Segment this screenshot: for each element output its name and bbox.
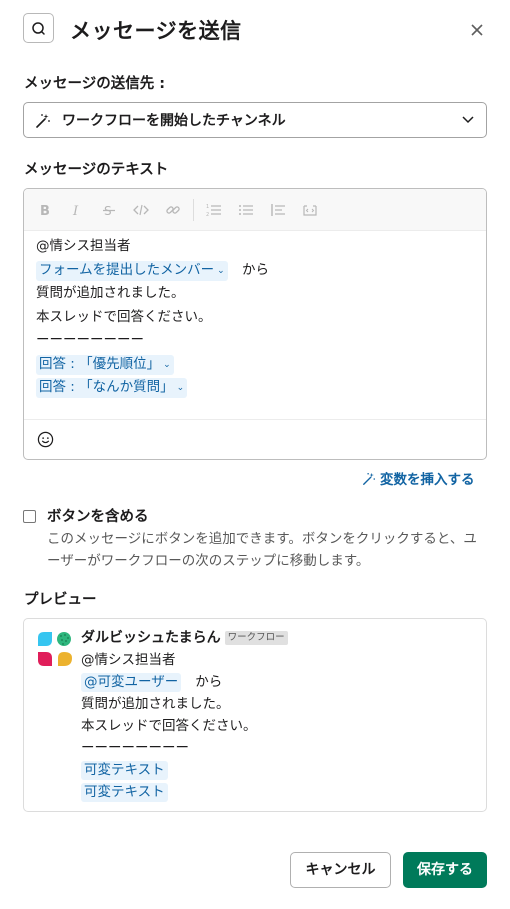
svg-text:2: 2 [206,212,209,217]
preview-variable-pill: 可変テキスト [81,761,168,780]
editor-line: 質問が追加されました。 [36,285,185,301]
code-block-icon[interactable] [301,201,319,219]
recipient-label: メッセージの送信先 : [24,76,166,92]
insert-variable-label: 変数を挿入する [380,472,475,488]
editor-content[interactable]: @情シス担当者 フォームを提出したメンバー ⌄ から 質問が追加されました。 本ス… [36,235,476,400]
variable-pill-label: フォームを提出したメンバー [39,261,215,278]
variable-pill-label: 回答 : 「なんか質問」 [39,379,174,395]
bulleted-list-icon[interactable] [237,201,255,219]
avatar [38,632,72,666]
preview-line: @可変ユーザー から [81,671,257,693]
editor-line: 回答 : 「優先順位」 ⌄ [36,353,476,377]
emoji-icon[interactable] [37,431,54,448]
preview-body: @情シス担当者 @可変ユーザー から 質問が追加されました。 本スレッドで回答くだ… [81,649,257,803]
preview-variable-pill: 可変テキスト [81,783,168,802]
save-button[interactable]: 保存する [403,852,487,888]
chevron-down-icon: ⌄ [163,359,171,370]
workflow-badge: ワークフロー [224,631,288,645]
preview-line: @情シス担当者 [81,652,176,668]
preview-line: 可変テキスト [81,781,257,803]
dialog-header: メッセージを送信 [0,0,510,62]
close-icon [471,24,483,36]
editor-line: フォームを提出したメンバー ⌄ から [36,259,476,283]
editor-footer [24,419,486,459]
quote-icon[interactable] [269,201,287,219]
svg-text:I: I [72,204,79,217]
sender-name[interactable]: ダルビッシュたまらん [81,630,221,646]
recipient-select[interactable]: ワークフローを開始したチャンネル [23,102,487,138]
insert-variable-link[interactable]: 変数を挿入する [362,470,475,490]
message-text-label: メッセージのテキスト [24,162,169,178]
include-button-description: このメッセージにボタンを追加できます。ボタンをクリックすると、ユーザーがワークフ… [47,531,477,569]
cancel-button[interactable]: キャンセル [290,852,391,888]
magic-wand-icon [363,472,376,485]
editor-inline-text: から [241,261,269,278]
preview-line: ーーーーーーーー [81,740,189,756]
chevron-down-icon [462,116,474,124]
preview-line: 本スレッドで回答ください。 [81,718,257,734]
include-button-label[interactable]: ボタンを含める [47,507,149,527]
italic-icon[interactable]: I [68,201,86,219]
format-toolbar: B I S 12 [24,189,486,231]
search-icon [23,13,54,43]
dialog-title: メッセージを送信 [70,19,242,43]
svg-text:1: 1 [206,204,209,210]
variable-pill[interactable]: フォームを提出したメンバー ⌄ [36,260,228,281]
variable-pill-label: 回答 : 「優先順位」 [39,355,161,372]
editor-line: ーーーーーーーー [36,332,144,348]
magic-wand-icon [36,114,50,128]
close-button[interactable] [466,19,488,41]
preview-inline-text: から [195,674,223,690]
include-button-checkbox[interactable] [23,510,36,523]
svg-text:B: B [40,204,50,217]
bold-icon[interactable]: B [36,201,54,219]
numbered-list-icon[interactable]: 12 [205,201,223,219]
code-icon[interactable] [132,201,150,219]
preview-sender: ダルビッシュたまらん ワークフロー [81,628,288,648]
preview-line: 質問が追加されました。 [81,696,230,712]
variable-pill[interactable]: 回答 : 「なんか質問」 ⌄ [36,378,188,398]
variable-pill[interactable]: 回答 : 「優先順位」 ⌄ [36,354,174,375]
message-editor[interactable]: B I S 12 @情シス担当者 フォームを提出したメンバー ⌄ から 質問が追加… [23,188,487,460]
message-preview: ダルビッシュたまらん ワークフロー @情シス担当者 @可変ユーザー から 質問が追加… [23,618,487,812]
preview-label: プレビュー [24,592,97,608]
link-icon[interactable] [164,201,182,219]
editor-line: 本スレッドで回答ください。 [36,308,212,325]
editor-line: 回答 : 「なんか質問」 ⌄ [36,376,476,400]
chevron-down-icon: ⌄ [176,383,185,393]
toolbar-divider [193,199,194,221]
chevron-down-icon: ⌄ [217,265,225,276]
editor-line: @情シス担当者 [36,238,131,254]
recipient-selected-value: ワークフローを開始したチャンネル [62,113,286,129]
preview-variable-pill: @可変ユーザー [81,673,182,692]
preview-line: 可変テキスト [81,759,257,781]
strikethrough-icon[interactable]: S [100,201,118,219]
